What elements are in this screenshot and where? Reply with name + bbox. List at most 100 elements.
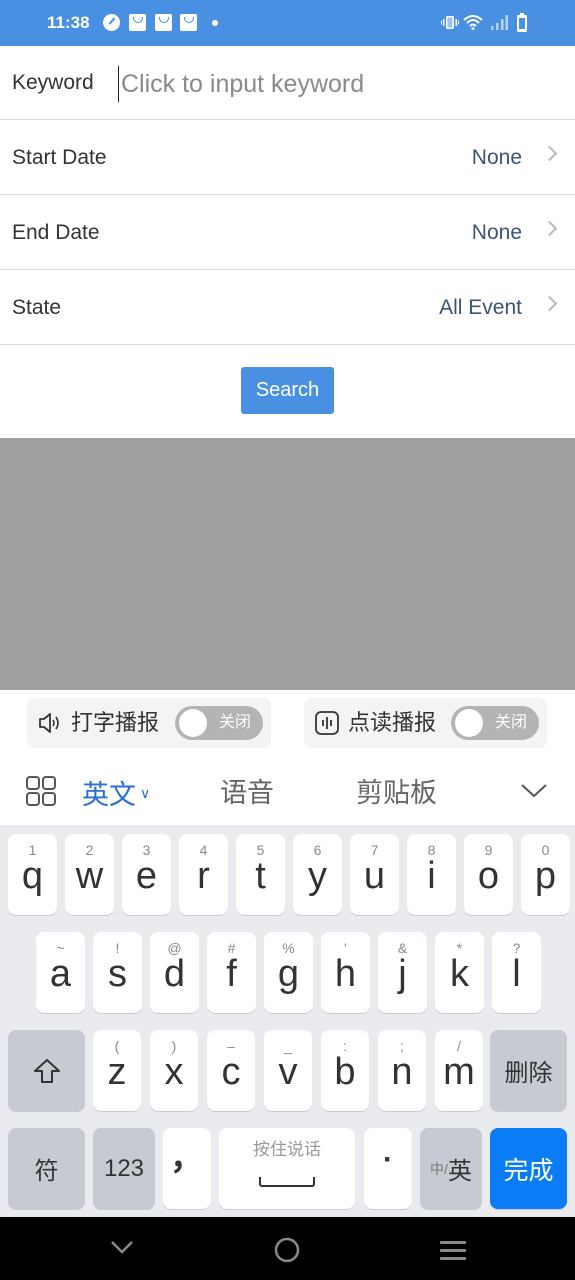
key-primary-label: u (363, 855, 386, 897)
key-i[interactable]: 8i (407, 834, 456, 915)
tab-english[interactable]: 英文 ∨ (82, 762, 150, 827)
key-p[interactable]: 0p (521, 834, 570, 915)
symbols-key-label: 符 (34, 1158, 59, 1185)
key-r[interactable]: 4r (179, 834, 228, 915)
shift-key[interactable] (8, 1030, 85, 1111)
search-button[interactable]: Search (241, 367, 334, 414)
battery-icon (517, 13, 527, 32)
key-j[interactable]: & j (378, 932, 427, 1013)
key-g[interactable]: % g (264, 932, 313, 1013)
state-row[interactable]: State All Event (0, 270, 575, 345)
key-primary-label: z (107, 1051, 127, 1093)
space-hint-label: 按住说话 (253, 1140, 321, 1159)
key-w[interactable]: 2w (65, 834, 114, 915)
done-key[interactable]: 完成 (490, 1128, 567, 1209)
navigation-bar (0, 1217, 575, 1280)
key-primary-label: d (163, 953, 186, 995)
key-a[interactable]: ~ a (36, 932, 85, 1013)
status-time: 11:38 (47, 13, 90, 32)
search-area: Search (0, 345, 575, 436)
tab-clipboard[interactable]: 剪贴板 (356, 762, 437, 825)
key-e[interactable]: 3e (122, 834, 171, 915)
period-key[interactable]: · (364, 1128, 412, 1209)
key-primary-label: y (308, 855, 327, 897)
results-area (0, 438, 575, 690)
period-key-label: · (383, 1143, 393, 1176)
key-primary-label: m (443, 1051, 475, 1093)
end-date-value: None (471, 221, 522, 244)
end-date-label: End Date (12, 221, 100, 244)
numbers-key-label: 123 (103, 1154, 145, 1182)
key-t[interactable]: 5t (236, 834, 285, 915)
menu-icon[interactable] (439, 1240, 467, 1262)
key-l[interactable]: ? l (492, 932, 541, 1013)
space-key[interactable]: 按住说话 (219, 1128, 355, 1209)
grid-menu-icon[interactable] (26, 776, 56, 806)
state-label: State (12, 296, 62, 319)
wifi-icon (463, 15, 483, 30)
vibrate-icon (441, 16, 459, 29)
key-u[interactable]: 7u (350, 834, 399, 915)
collapse-keyboard-icon[interactable] (520, 780, 548, 800)
language-switch-label: 中/英 (420, 1128, 482, 1209)
key-primary-label: x (164, 1051, 184, 1093)
shopping-bag-icon (180, 14, 197, 31)
delete-key-label: 删除 (504, 1060, 553, 1087)
key-x[interactable]: ) x (150, 1030, 198, 1111)
home-circle-icon[interactable] (274, 1237, 300, 1263)
ime-tabs: 英文 ∨ 语音 剪贴板 (0, 762, 575, 825)
key-h[interactable]: ' h (321, 932, 370, 1013)
key-s[interactable]: ! s (93, 932, 142, 1013)
speaker-icon (39, 713, 59, 733)
key-o[interactable]: 9o (464, 834, 513, 915)
read-broadcast-label: 点读播报 (348, 710, 437, 735)
key-primary-label: k (450, 953, 469, 995)
key-f[interactable]: # f (207, 932, 256, 1013)
state-value: All Event (439, 296, 522, 319)
key-z[interactable]: (z (93, 1030, 141, 1111)
key-b[interactable]: :b (321, 1030, 369, 1111)
key-d[interactable]: @ d (150, 932, 199, 1013)
key-v[interactable]: _ v (264, 1030, 312, 1111)
delete-key[interactable]: 删除 (490, 1030, 567, 1111)
key-primary-label: v (278, 1051, 298, 1093)
key-primary-label: w (75, 855, 104, 897)
keyword-input[interactable] (118, 66, 558, 102)
ime-toolbar: 打字播报 关闭 点读播报 关闭 英文 ∨ 语音 剪贴板 (0, 690, 575, 825)
comma-key[interactable]: ， (163, 1128, 211, 1209)
key-primary-label: t (255, 855, 266, 897)
shopping-bag-icon (129, 14, 146, 31)
key-primary-label: b (334, 1051, 356, 1093)
key-primary-label: h (334, 953, 357, 995)
symbols-key[interactable]: 符 (8, 1128, 85, 1209)
key-n[interactable]: ; n (378, 1030, 426, 1111)
typing-broadcast-toggle[interactable]: 关闭 (175, 706, 263, 740)
search-form: Keyword Start Date None End Date None St… (0, 46, 575, 436)
key-primary-label: s (108, 953, 127, 995)
typing-broadcast-pill: 打字播报 关闭 (27, 698, 271, 748)
read-broadcast-pill: 点读播报 关闭 (304, 698, 547, 748)
toggle-state-label: 关闭 (494, 714, 527, 731)
numbers-key[interactable]: 123 (93, 1128, 155, 1209)
read-broadcast-toggle[interactable]: 关闭 (451, 706, 539, 740)
back-chevron-icon[interactable] (110, 1239, 134, 1255)
key-c[interactable]: – c (207, 1030, 255, 1111)
language-switch-key[interactable]: 中/英 (420, 1128, 482, 1209)
end-date-row[interactable]: End Date None (0, 195, 575, 270)
key-primary-label: e (135, 855, 158, 897)
key-primary-label: p (534, 855, 557, 897)
key-primary-label: a (49, 953, 72, 995)
key-m[interactable]: / m (435, 1030, 483, 1111)
key-k[interactable]: * k (435, 932, 484, 1013)
chevron-right-icon (541, 145, 558, 162)
status-bar: 11:38 (0, 0, 575, 46)
tab-voice[interactable]: 语音 (220, 762, 274, 825)
shift-arrow-icon (34, 1059, 60, 1083)
start-date-row[interactable]: Start Date None (0, 120, 575, 195)
key-y[interactable]: 6y (293, 834, 342, 915)
key-primary-label: r (197, 855, 210, 897)
keyword-row: Keyword (0, 46, 575, 120)
done-key-label: 完成 (503, 1156, 554, 1185)
key-q[interactable]: 1q (8, 834, 57, 915)
caret-down-icon: ∨ (140, 785, 151, 801)
